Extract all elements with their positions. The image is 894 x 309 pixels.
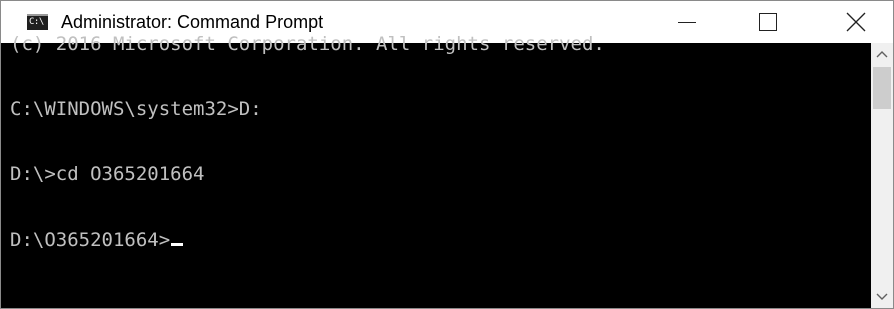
prompt-text: D:\O365201664>	[10, 229, 171, 251]
console-line-command-drive: C:\WINDOWS\system32>D:	[10, 98, 262, 120]
scrollbar-thumb[interactable]	[873, 67, 891, 109]
console-line-command-cd: D:\>cd O365201664	[10, 163, 205, 185]
text-cursor	[171, 243, 184, 246]
window-title: Administrator: Command Prompt	[61, 12, 324, 32]
cmd-icon[interactable]: C:\	[27, 14, 48, 30]
chevron-down-icon[interactable]	[871, 284, 893, 308]
vertical-scrollbar[interactable]	[871, 43, 893, 308]
cmd-icon-text: C:\	[29, 17, 44, 27]
minimize-button[interactable]	[661, 1, 707, 43]
maximize-button[interactable]	[745, 1, 791, 43]
maximize-icon	[759, 13, 777, 31]
chevron-up-icon[interactable]	[871, 43, 893, 67]
close-icon	[846, 12, 866, 32]
command-prompt-window: C:\ Administrator: Command Prompt (c) 20…	[0, 0, 894, 309]
console-line-prompt: D:\O365201664>	[10, 229, 184, 251]
minimize-icon	[678, 22, 696, 23]
close-button[interactable]	[835, 1, 881, 43]
console-line-copyright: (c) 2016 Microsoft Corporation. All righ…	[10, 33, 605, 55]
